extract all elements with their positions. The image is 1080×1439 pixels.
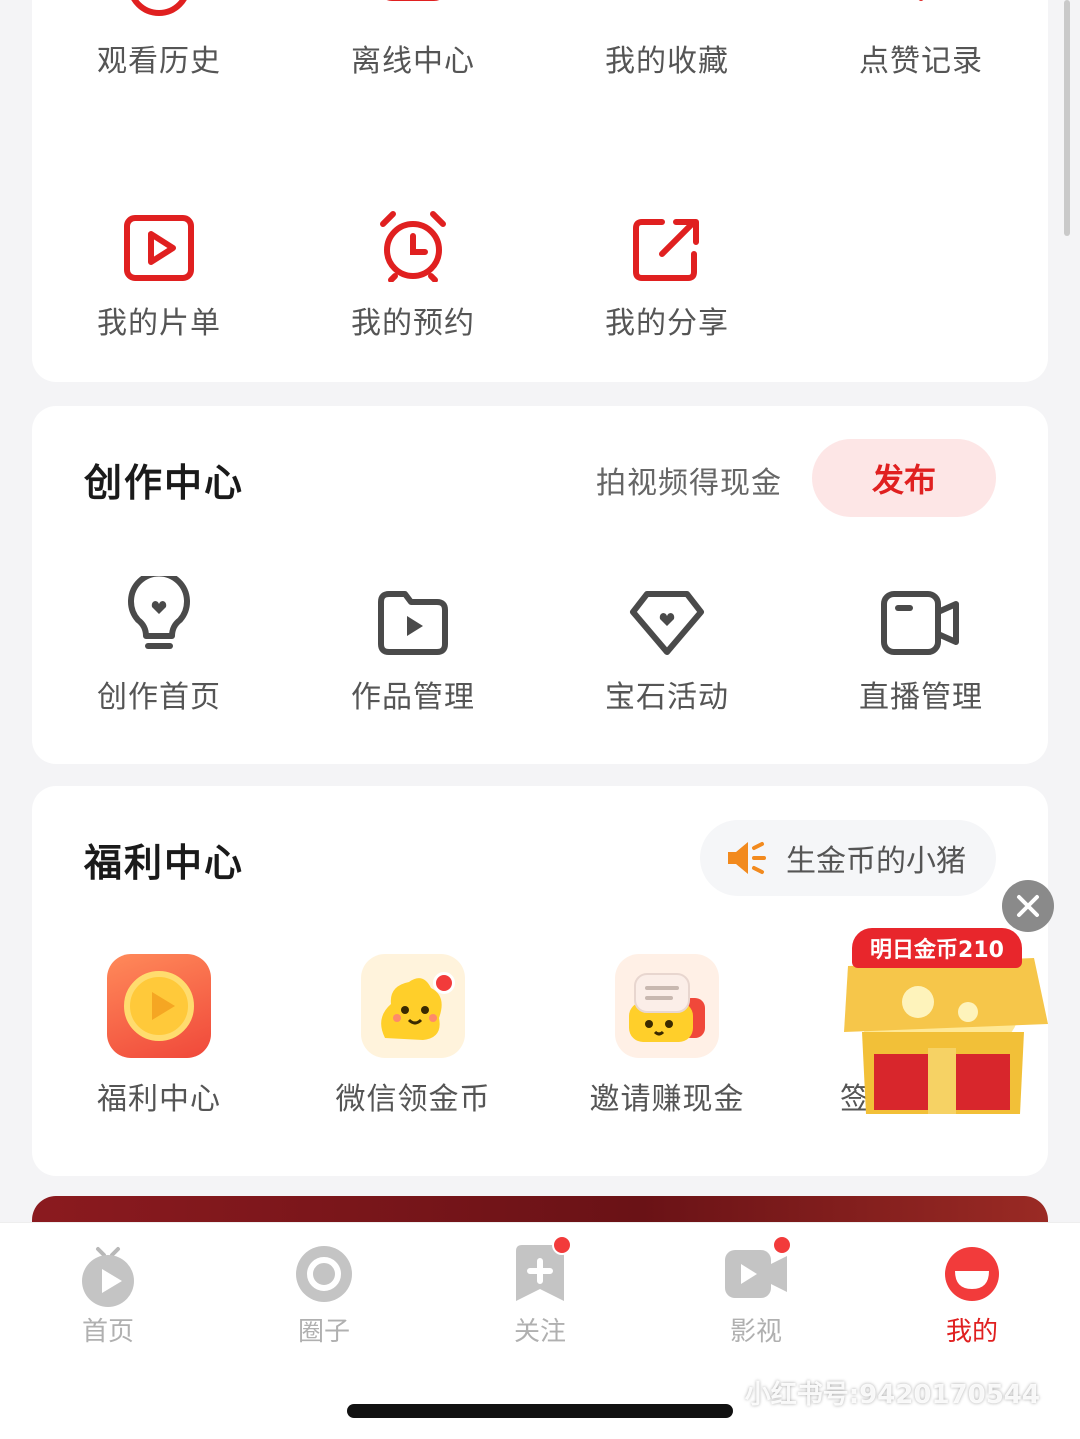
- wechat-coins-label: 微信领金币: [335, 1082, 491, 1117]
- close-icon: [1017, 895, 1039, 917]
- circle-icon: [244, 1241, 404, 1307]
- works-manage-item[interactable]: 作品管理: [286, 566, 540, 716]
- bookmark-icon: [540, 0, 794, 20]
- heart-icon: [794, 0, 1048, 20]
- share-item[interactable]: 我的分享: [540, 192, 794, 342]
- history-label: 观看历史: [97, 44, 221, 79]
- tab-home-label: 首页: [81, 1317, 134, 1347]
- golden-pig-pill[interactable]: 生金币的小猪: [700, 820, 996, 896]
- favorites-item[interactable]: 我的收藏: [540, 0, 794, 80]
- profile-icon: [892, 1241, 1052, 1307]
- folder-play-icon: [286, 566, 540, 656]
- scrollbar[interactable]: [1064, 0, 1070, 236]
- tab-home[interactable]: 首页: [28, 1241, 188, 1348]
- tab-profile[interactable]: 我的: [892, 1241, 1052, 1348]
- tab-video-label: 影视: [729, 1317, 782, 1347]
- video-badge-dot: [772, 1235, 792, 1255]
- tab-video[interactable]: 影视: [676, 1235, 836, 1348]
- alarm-icon: [286, 192, 540, 282]
- follow-badge-dot: [552, 1235, 572, 1255]
- gem-activity-label: 宝石活动: [605, 680, 729, 715]
- quick-access-card: 观看历史 离线中心 我的收藏 点赞记录 我的片单 我的预约 我的分享: [32, 0, 1048, 382]
- welfare-center-title: 福利中心: [84, 841, 245, 885]
- golden-pig-label: 生金币的小猪: [786, 844, 966, 879]
- invite-icon: [615, 954, 719, 1058]
- tv-icon: [28, 1241, 188, 1307]
- coin-play-icon: [107, 954, 211, 1058]
- video-icon: [676, 1235, 836, 1307]
- lightbulb-icon: [32, 566, 286, 656]
- welfare-center-label: 福利中心: [97, 1082, 221, 1117]
- notification-dot: [433, 972, 455, 994]
- chest-coin-badge: 明日金币210: [852, 928, 1022, 968]
- publish-button[interactable]: 发布: [812, 439, 996, 517]
- creator-promo-text[interactable]: 拍视频得现金: [596, 458, 782, 502]
- share-icon: [540, 192, 794, 282]
- gem-icon: [540, 566, 794, 656]
- follow-icon: [460, 1235, 620, 1307]
- creator-home-label: 创作首页: [97, 680, 221, 715]
- creator-center-card: 创作中心 拍视频得现金 发布 创作首页 作品管理 宝石活动 直播管理: [32, 406, 1048, 764]
- playlist-item[interactable]: 我的片单: [32, 192, 286, 342]
- works-manage-label: 作品管理: [351, 680, 475, 715]
- tab-circle[interactable]: 圈子: [244, 1241, 404, 1348]
- home-indicator[interactable]: [347, 1404, 733, 1418]
- welfare-center-item[interactable]: 福利中心: [32, 952, 286, 1118]
- treasure-chest-widget[interactable]: 明日金币210: [838, 924, 1058, 1124]
- tab-circle-label: 圈子: [297, 1317, 350, 1347]
- speaker-icon: [728, 842, 766, 874]
- tab-follow[interactable]: 关注: [460, 1235, 620, 1348]
- wechat-coins-item[interactable]: 微信领金币: [286, 952, 540, 1118]
- likes-item[interactable]: 点赞记录: [794, 0, 1048, 80]
- tab-profile-label: 我的: [945, 1317, 998, 1347]
- offline-label: 离线中心: [351, 44, 475, 79]
- gem-activity-item[interactable]: 宝石活动: [540, 566, 794, 716]
- invite-cash-item[interactable]: 邀请赚现金: [540, 952, 794, 1118]
- favorites-label: 我的收藏: [605, 44, 729, 79]
- offline-item[interactable]: 离线中心: [286, 0, 540, 80]
- reservation-label: 我的预约: [351, 306, 475, 341]
- creator-home-item[interactable]: 创作首页: [32, 566, 286, 716]
- history-icon: [32, 0, 286, 20]
- playlist-icon: [32, 192, 286, 282]
- share-label: 我的分享: [605, 306, 729, 341]
- close-chest-button[interactable]: [1002, 880, 1054, 932]
- playlist-label: 我的片单: [97, 306, 221, 341]
- reservation-item[interactable]: 我的预约: [286, 192, 540, 342]
- creator-center-title: 创作中心: [84, 461, 245, 505]
- live-manage-item[interactable]: 直播管理: [794, 566, 1048, 716]
- tab-follow-label: 关注: [513, 1317, 566, 1347]
- watermark-text: 小红书号:9420170544: [744, 1380, 1040, 1410]
- invite-cash-label: 邀请赚现金: [589, 1082, 745, 1117]
- mascot-icon: [361, 954, 465, 1058]
- camera-icon: [794, 566, 1048, 656]
- likes-label: 点赞记录: [859, 44, 983, 79]
- live-manage-label: 直播管理: [859, 680, 983, 715]
- history-item[interactable]: 观看历史: [32, 0, 286, 80]
- download-icon: [286, 0, 540, 20]
